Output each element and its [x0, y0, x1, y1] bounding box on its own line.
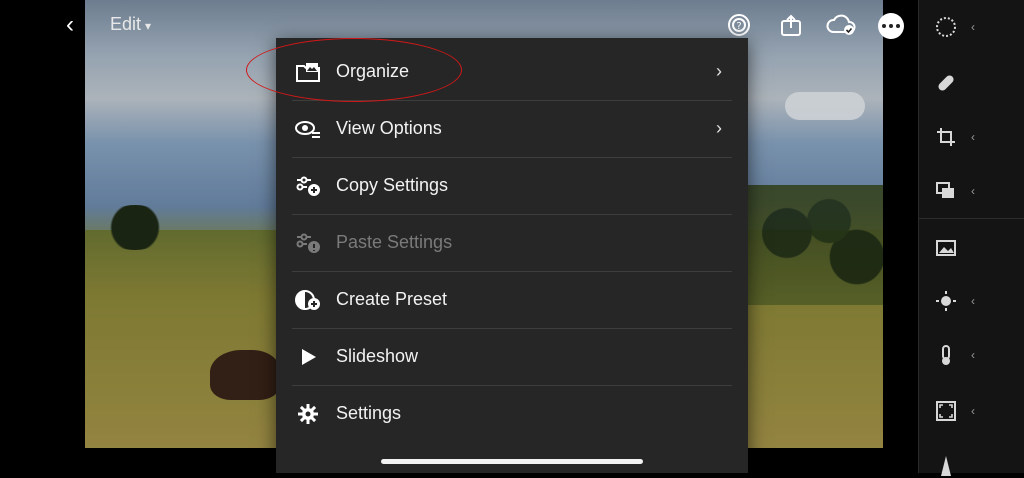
chevron-down-icon: ▾: [145, 19, 152, 33]
menu-item-label: Paste Settings: [336, 232, 453, 252]
copy-settings-icon: [294, 172, 322, 200]
help-icon[interactable]: ?: [726, 12, 752, 38]
toolbar-divider: [919, 218, 1024, 219]
chevron-left-icon: ‹: [971, 20, 975, 34]
cloud-synced-icon[interactable]: [826, 12, 858, 38]
eye-list-icon: [294, 115, 322, 143]
auto-image-icon[interactable]: [933, 234, 959, 260]
edit-mode-label: Edit: [110, 14, 142, 34]
menu-item-slideshow[interactable]: Slideshow: [292, 328, 732, 385]
annotation-ellipse: [246, 38, 462, 102]
triangle-icon[interactable]: [933, 452, 959, 478]
menu-item-label: Copy Settings: [336, 175, 449, 195]
gear-icon: [294, 400, 322, 428]
menu-item-label: Create Preset: [336, 289, 448, 309]
chevron-left-icon[interactable]: ‹: [66, 12, 86, 38]
chevron-left-icon: ‹: [971, 404, 975, 418]
color-icon[interactable]: [933, 342, 959, 368]
right-toolbar: ‹ ‹ ‹ ‹ ‹ ‹: [918, 0, 1024, 476]
menu-item-create-preset[interactable]: Create Preset: [292, 271, 732, 328]
menu-item-view-options[interactable]: View Options ›: [292, 100, 732, 157]
chevron-left-icon: ‹: [971, 130, 975, 144]
menu-item-label: Settings: [336, 403, 402, 423]
create-preset-icon: [294, 286, 322, 314]
presets-icon[interactable]: [933, 14, 959, 40]
overflow-menu: Organize › View Options › Copy Settings …: [276, 38, 748, 473]
menu-item-label: Slideshow: [336, 346, 419, 366]
menu-item-paste-settings: Paste Settings: [292, 214, 732, 271]
edit-mode-selector[interactable]: Edit ▾: [110, 14, 151, 35]
versions-icon[interactable]: [933, 178, 959, 204]
effects-frame-icon[interactable]: [933, 398, 959, 424]
play-icon: [294, 343, 322, 371]
menu-item-settings[interactable]: Settings: [292, 385, 732, 442]
chevron-left-icon: ‹: [971, 184, 975, 198]
light-icon[interactable]: [933, 288, 959, 314]
more-icon[interactable]: [878, 13, 904, 39]
crop-icon[interactable]: [933, 124, 959, 150]
chevron-right-icon: ›: [716, 61, 722, 81]
chevron-left-icon: ‹: [971, 348, 975, 362]
home-indicator[interactable]: [381, 459, 643, 464]
healing-icon[interactable]: [933, 70, 959, 96]
svg-text:?: ?: [736, 21, 741, 32]
chevron-right-icon: ›: [716, 118, 722, 138]
menu-item-label: View Options: [336, 118, 442, 138]
chevron-left-icon: ‹: [971, 294, 975, 308]
share-icon[interactable]: [778, 12, 804, 38]
menu-item-copy-settings[interactable]: Copy Settings: [292, 157, 732, 214]
paste-settings-icon: [294, 229, 322, 257]
